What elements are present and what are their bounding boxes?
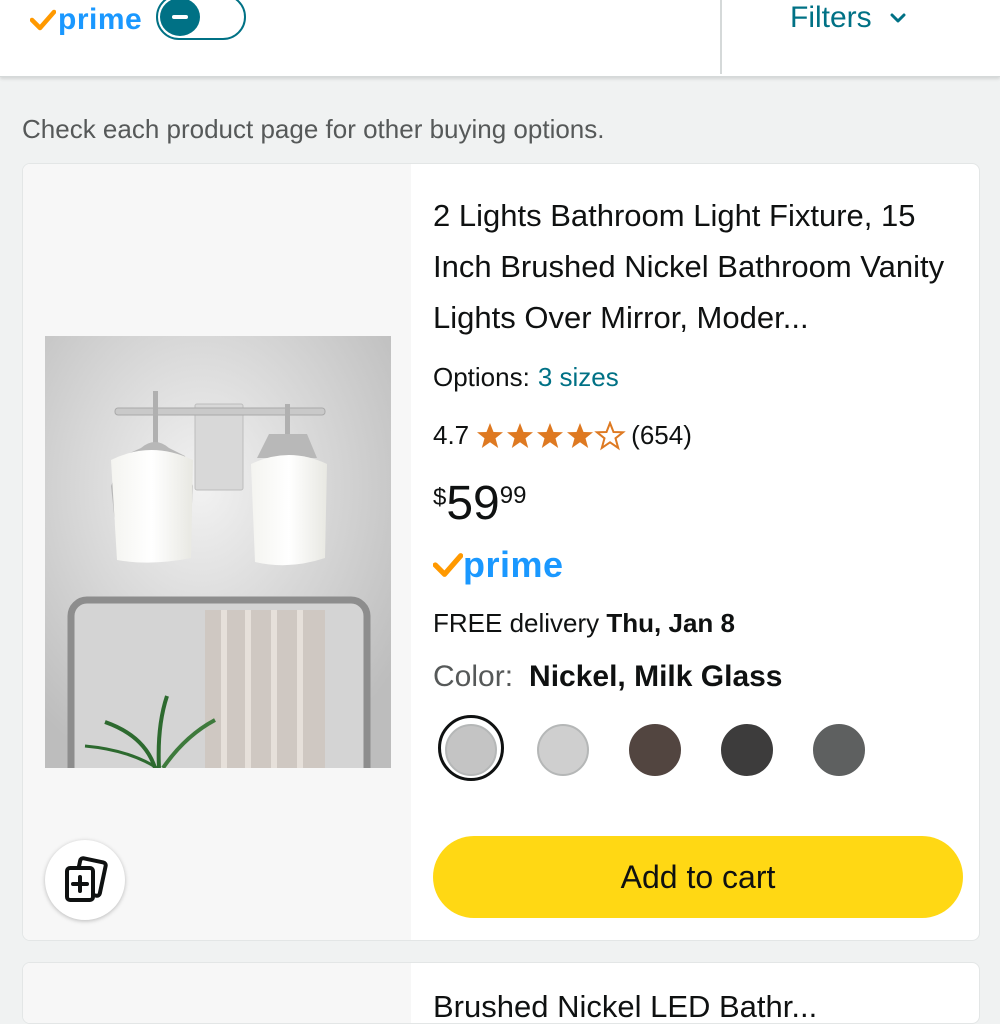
next-product-image-pane[interactable] (23, 963, 411, 1023)
filters-button[interactable]: Filters (790, 0, 906, 36)
color-swatch[interactable] (721, 724, 773, 776)
delivery-prefix: FREE delivery (433, 608, 600, 638)
options-row: Options: 3 sizes (433, 362, 619, 393)
product-image[interactable] (45, 336, 391, 768)
review-count: (654) (631, 420, 692, 450)
compare-button[interactable] (45, 840, 125, 920)
compare-cards-icon (65, 856, 108, 902)
options-sizes-link[interactable]: 3 sizes (538, 362, 619, 392)
divider (720, 0, 722, 74)
rating-row[interactable]: 4.7 (654) (433, 420, 692, 451)
chevron-down-icon (890, 13, 906, 23)
color-swatch[interactable] (537, 724, 589, 776)
price-fraction: 99 (499, 482, 527, 509)
add-to-cart-button[interactable]: Add to cart (433, 836, 963, 918)
product-image-pane[interactable] (23, 164, 411, 940)
color-label: Color: (433, 660, 514, 693)
price-symbol: $ (433, 484, 447, 511)
prime-check-icon (30, 9, 56, 31)
filters-label: Filters (790, 1, 872, 34)
next-product-title[interactable]: Brushed Nickel LED Bathr... (433, 989, 817, 1023)
rating-value: 4.7 (433, 420, 470, 450)
buying-options-notice: Check each product page for other buying… (22, 114, 605, 144)
color-swatch[interactable] (813, 724, 865, 776)
product-card[interactable]: 2 Lights Bathroom Light Fixture, 15 Inch… (22, 163, 980, 941)
color-swatch[interactable] (445, 724, 497, 776)
product-title[interactable]: 2 Lights Bathroom Light Fixture, 15 Inch… (433, 190, 963, 343)
options-label: Options: (433, 362, 530, 392)
prime-logo: prime (30, 0, 142, 40)
color-value: Nickel, Milk Glass (529, 660, 783, 693)
prime-label: prime (58, 3, 143, 36)
next-product-card[interactable]: Brushed Nickel LED Bathr... (22, 962, 980, 1024)
prime-check-icon (433, 553, 463, 577)
prime-filter-toggle[interactable] (156, 0, 246, 40)
color-row: Color: Nickel, Milk Glass (433, 660, 783, 694)
delivery-info: FREE delivery Thu, Jan 8 (433, 608, 735, 639)
top-filter-bar: prime Filters (0, 0, 1000, 77)
prime-badge: prime (433, 544, 564, 586)
price-whole: 59 (446, 477, 500, 530)
delivery-date: Thu, Jan 8 (606, 608, 735, 638)
price: $ 59 99 (433, 476, 526, 532)
prime-badge-label: prime (463, 544, 564, 585)
toggle-minus-icon (160, 0, 200, 36)
color-swatch[interactable] (629, 724, 681, 776)
color-swatches (438, 715, 879, 782)
star-rating-icon (477, 421, 625, 449)
